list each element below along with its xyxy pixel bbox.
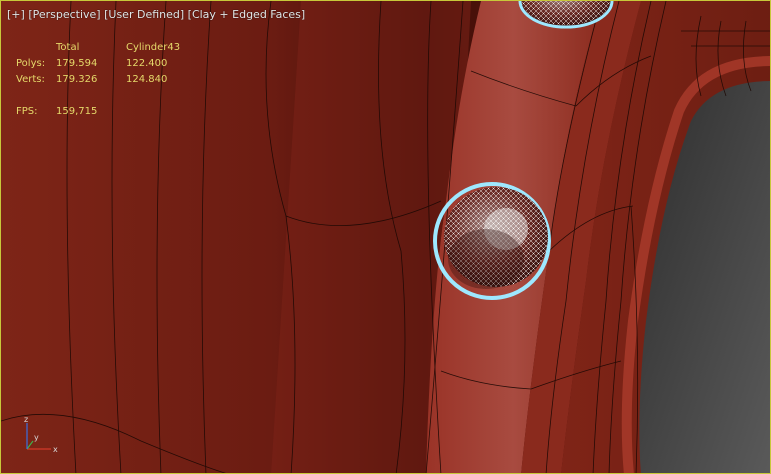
axis-z-label: z	[24, 415, 28, 424]
stats-total-header: Total	[56, 42, 80, 53]
scene-render[interactable]	[1, 1, 771, 474]
viewport-camera-menu[interactable]: [User Defined]	[104, 8, 184, 21]
axis-tripod-icon: x y z	[24, 415, 58, 454]
viewport-label-menu[interactable]: [+] [Perspective] [User Defined] [Clay +…	[7, 8, 305, 21]
stats-verts-total: 179.326	[56, 74, 98, 85]
viewport-general-menu[interactable]: [+]	[7, 8, 25, 21]
stats-object-header: Cylinder43	[126, 42, 181, 53]
stats-fps-label: FPS:	[16, 106, 38, 117]
stats-verts-object: 124.840	[126, 74, 168, 85]
axis-y-label: y	[34, 433, 39, 442]
stats-polys-label: Polys:	[16, 58, 46, 69]
stats-verts-label: Verts:	[16, 74, 45, 85]
viewport-3d[interactable]: [+] [Perspective] [User Defined] [Clay +…	[0, 0, 771, 474]
axis-y-line	[26, 440, 34, 450]
viewport-point-of-view-menu[interactable]: [Perspective]	[28, 8, 100, 21]
viewport-shading-menu[interactable]: [Clay + Edged Faces]	[188, 8, 306, 21]
selected-knob-cylinder43[interactable]	[433, 182, 551, 300]
stats-fps-value: 159,715	[56, 106, 98, 117]
stats-polys-object: 122.400	[126, 58, 168, 69]
stats-polys-total: 179.594	[56, 58, 98, 69]
axis-x-label: x	[53, 445, 58, 454]
